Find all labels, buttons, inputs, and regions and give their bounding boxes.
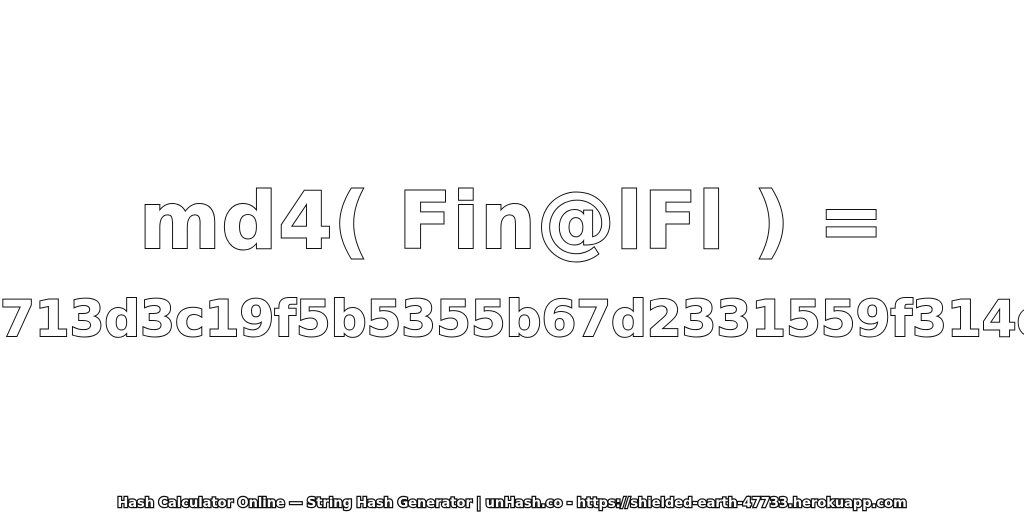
footer-credit: Hash Calculator Online — String Hash Gen… xyxy=(116,495,908,512)
hash-image-canvas: md4( Fin@lFl ) = 713d3c19f5b5355b67d2331… xyxy=(0,0,1024,512)
hash-expression: md4( Fin@lFl ) = xyxy=(138,176,885,268)
hash-value: 713d3c19f5b5355b67d2331559f314ea xyxy=(0,289,1024,349)
